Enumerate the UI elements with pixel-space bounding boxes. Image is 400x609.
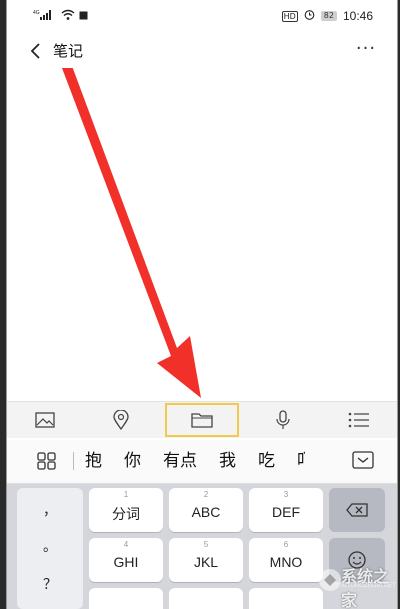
list-icon xyxy=(348,412,369,428)
key-1[interactable]: 1 分词 xyxy=(89,488,163,532)
collapse-keyboard-button[interactable] xyxy=(352,451,374,469)
status-bar: 4G HD 82 10:46 xyxy=(7,0,397,34)
watermark-subtext: XITONGZHIJIA.NET xyxy=(341,583,396,589)
key-3[interactable]: 3 DEF xyxy=(249,488,323,532)
ime-menu-button[interactable] xyxy=(37,452,57,474)
key-2[interactable]: 2 ABC xyxy=(169,488,243,532)
key-number: 6 xyxy=(283,540,289,549)
status-time: 10:46 xyxy=(342,9,373,23)
candidate-list: 抱 你 有点 我 吃 吖 xyxy=(85,450,305,472)
back-button[interactable] xyxy=(25,40,47,62)
symbol-comma[interactable]: ， xyxy=(17,500,83,520)
candidate-word[interactable]: 吃 xyxy=(258,450,275,472)
battery-indicator: 82 xyxy=(320,11,337,21)
backspace-key[interactable] xyxy=(329,488,385,532)
candidate-separator xyxy=(73,452,74,470)
voice-input-button[interactable] xyxy=(251,404,315,436)
hd-badge: HD xyxy=(281,10,298,22)
grid-icon xyxy=(37,452,56,470)
wifi-icon xyxy=(61,9,75,23)
insert-image-button[interactable] xyxy=(13,404,77,436)
red-arrow-annotation xyxy=(62,68,201,398)
alarm-icon xyxy=(304,9,315,23)
folder-icon xyxy=(191,413,213,428)
svg-text:4G: 4G xyxy=(33,10,40,16)
insert-folder-button[interactable] xyxy=(165,403,239,437)
page-title: 笔记 xyxy=(53,42,84,60)
insert-location-button[interactable] xyxy=(89,404,153,436)
insert-list-button[interactable] xyxy=(327,404,391,436)
candidate-word[interactable]: 抱 xyxy=(85,450,102,472)
symbol-question[interactable]: ？ xyxy=(17,574,83,594)
symbol-column[interactable]: ， 。 ？ xyxy=(17,488,83,609)
phone-screen: 4G HD 82 10:46 笔记 ··· 抱 你 有点 我 吃 ， 。 ？ 1… xyxy=(6,0,398,609)
symbol-period[interactable]: 。 xyxy=(17,536,83,556)
microphone-icon xyxy=(276,410,290,429)
title-bar: 笔记 ··· xyxy=(7,34,397,68)
key-4[interactable]: 4 GHI xyxy=(89,538,163,582)
key-7[interactable] xyxy=(89,588,163,609)
key-number: 5 xyxy=(203,540,209,549)
key-5[interactable]: 5 JKL xyxy=(169,538,243,582)
key-label: JKL xyxy=(193,554,219,570)
notification-square-icon xyxy=(79,10,88,23)
key-label: 分词 xyxy=(112,506,140,522)
image-icon xyxy=(35,412,55,428)
backspace-icon xyxy=(346,503,368,517)
key-number: 4 xyxy=(123,540,129,549)
candidate-word[interactable]: 你 xyxy=(124,450,141,472)
location-icon xyxy=(113,410,129,430)
key-8[interactable] xyxy=(169,588,243,609)
key-number: 1 xyxy=(123,490,129,499)
chevron-left-icon xyxy=(30,43,40,59)
more-options-button[interactable]: ··· xyxy=(353,38,379,59)
candidate-word[interactable]: 我 xyxy=(219,450,236,472)
ime-candidate-bar: 抱 你 有点 我 吃 吖 xyxy=(7,440,397,484)
key-number: 3 xyxy=(283,490,289,499)
note-toolbar xyxy=(7,401,397,438)
cellular-signal-icon: 4G xyxy=(33,9,57,23)
keyboard-collapse-icon xyxy=(352,451,374,469)
candidate-word-partial[interactable]: 吖 xyxy=(297,450,305,472)
key-number: 2 xyxy=(203,490,209,499)
note-editor[interactable] xyxy=(7,68,397,401)
key-label: GHI xyxy=(113,554,139,570)
candidate-word[interactable]: 有点 xyxy=(163,450,197,472)
key-label: ABC xyxy=(191,504,221,520)
key-label: DEF xyxy=(272,504,300,520)
